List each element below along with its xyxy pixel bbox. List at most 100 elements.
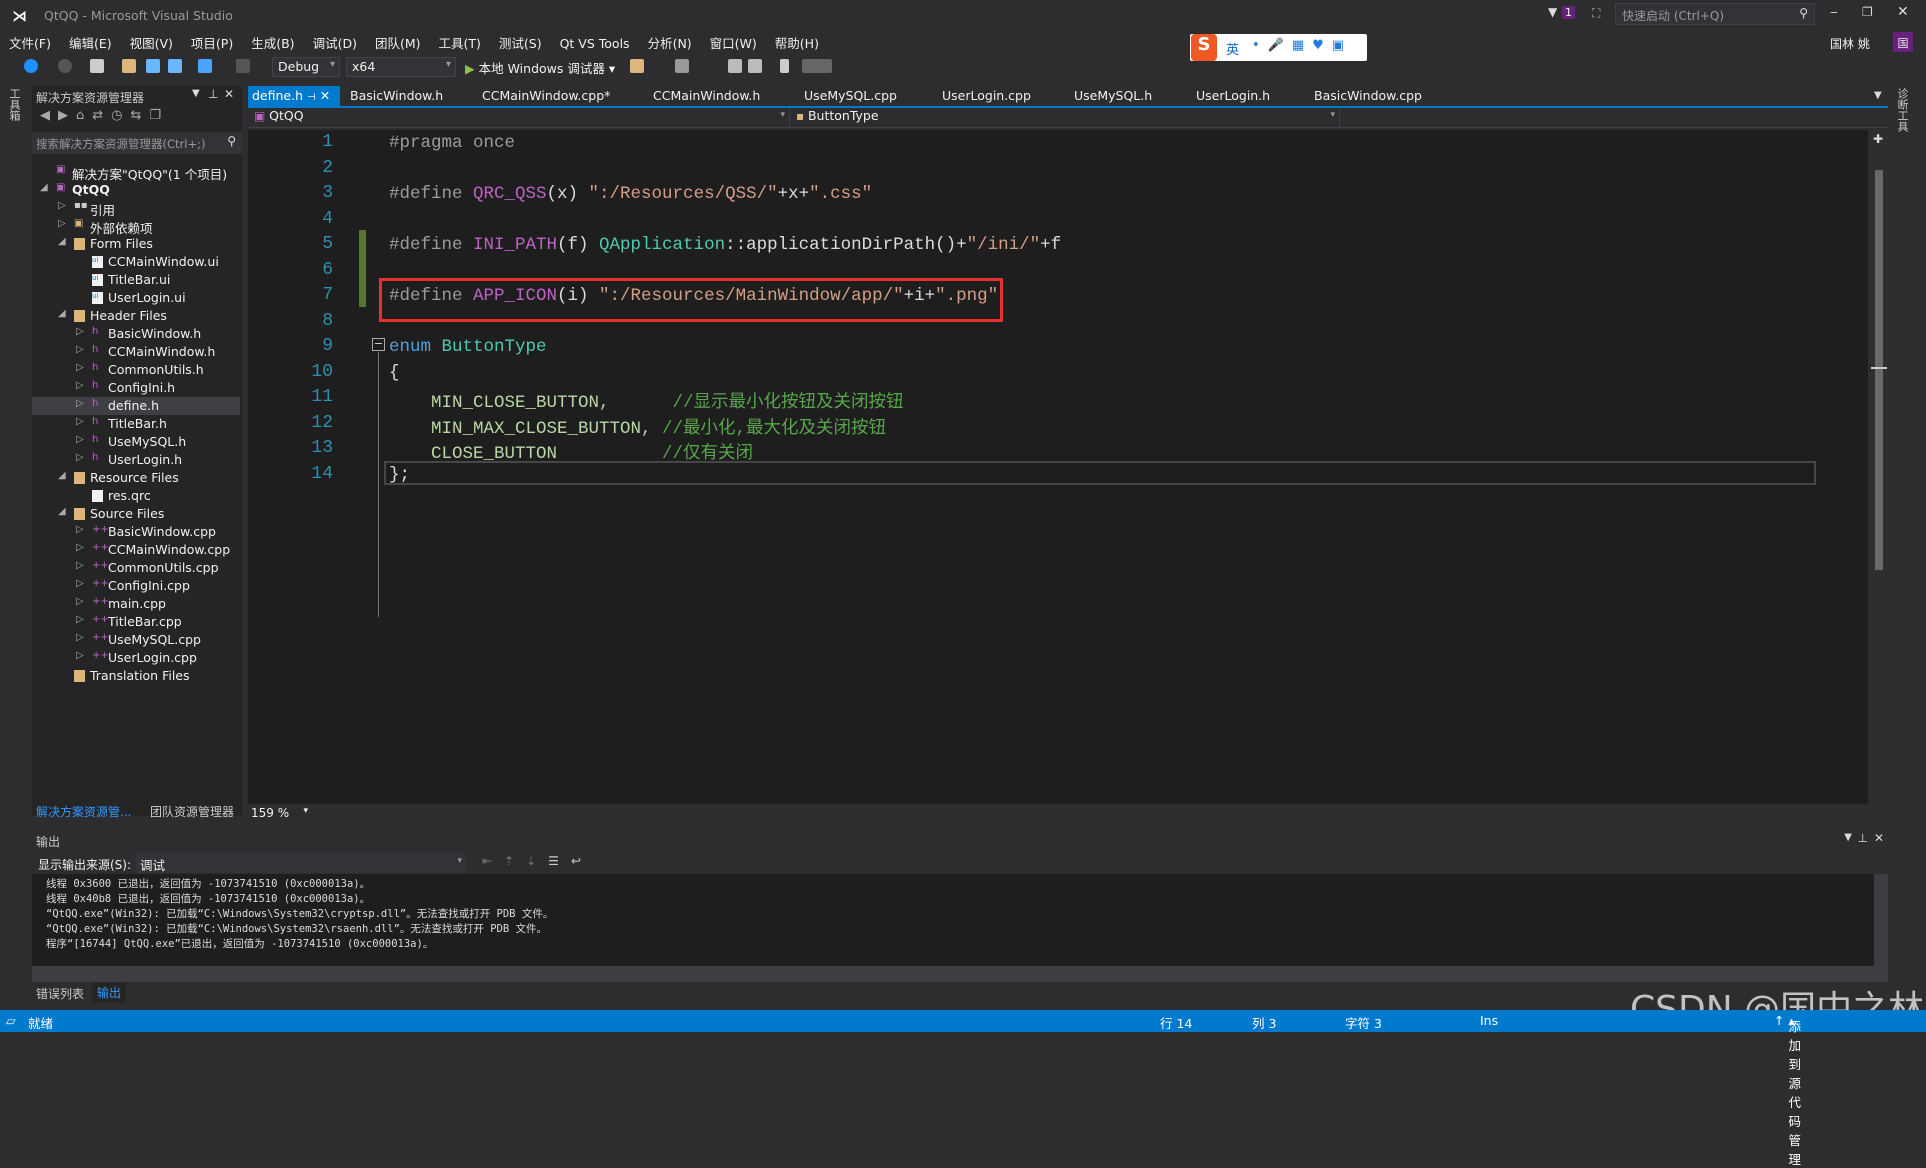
collapse-arrow-icon[interactable]: ◢ — [58, 236, 66, 247]
tree-item[interactable]: ▷ h CCMainWindow.h — [32, 343, 240, 361]
code-line[interactable]: enum ButtonType — [389, 337, 547, 357]
expand-arrow-icon[interactable]: ▷ — [76, 434, 84, 445]
tree-item[interactable]: ◢ Form Files — [32, 235, 240, 253]
project-scope-select[interactable]: ▣ QtQQ ▾ — [250, 108, 790, 127]
expand-arrow-icon[interactable]: ▷ — [76, 326, 84, 337]
tab-define-h[interactable]: define.h ⊣ ✕ — [248, 86, 340, 106]
tree-item[interactable]: ◢ ▣ QtQQ — [32, 181, 240, 199]
home-icon[interactable]: ⌂ — [76, 108, 92, 123]
tree-item[interactable]: ▷ h TitleBar.h — [32, 415, 240, 433]
notification-flag-icon[interactable]: ▼ — [1548, 5, 1557, 19]
menu-tools[interactable]: 工具(T) — [430, 30, 490, 55]
output-horizontal-scrollbar[interactable] — [32, 966, 1888, 982]
member-scope-select[interactable]: ▪ ButtonType ▾ — [796, 108, 1340, 127]
toolbox-side-tab[interactable]: 工具箱 — [8, 88, 22, 121]
expand-arrow-icon[interactable]: ▷ — [76, 344, 84, 355]
clear-all-icon[interactable]: ☰ — [548, 854, 571, 868]
code-line[interactable]: #define INI_PATH(f) QApplication::applic… — [389, 235, 1061, 255]
bottom-tab-error-list[interactable]: 错误列表 — [36, 985, 84, 1002]
menu-team[interactable]: 团队(M) — [366, 30, 430, 55]
menu-window[interactable]: 窗口(W) — [701, 30, 766, 55]
tree-item[interactable]: ▷ h BasicWindow.h — [32, 325, 240, 343]
dropdown-icon[interactable]: ▼ — [192, 88, 200, 99]
tab-ccmainwindow-cpp[interactable]: CCMainWindow.cpp* — [478, 86, 614, 106]
tree-item[interactable]: ▷ ++ BasicWindow.cpp — [32, 523, 240, 541]
editor-horizontal-scrollbar[interactable] — [314, 806, 1870, 820]
expand-arrow-icon[interactable]: ▷ — [76, 650, 84, 661]
tree-item[interactable]: ▷ h UseMySQL.h — [32, 433, 240, 451]
tree-item[interactable]: ▷ ▣ 外部依赖项 — [32, 217, 240, 236]
code-editor[interactable]: − 1 #pragma once 2 3 #define QRC_QSS(x) ":/R… — [248, 130, 1868, 804]
pin-icon[interactable]: ⊣ — [307, 92, 316, 103]
collapse-arrow-icon[interactable]: ◢ — [40, 182, 48, 193]
output-vertical-scrollbar[interactable] — [1874, 874, 1888, 966]
feedback-icon[interactable]: ⛶ — [1592, 6, 1600, 21]
tree-item[interactable]: Translation Files — [32, 667, 240, 685]
notification-count[interactable]: 1 — [1562, 6, 1575, 19]
pin-icon[interactable]: ⊥ — [1858, 831, 1868, 845]
source-control-button[interactable]: ↑ 添加到源代码管理 ▴ — [1774, 1013, 1801, 1167]
expand-arrow-icon[interactable]: ▷ — [76, 524, 84, 535]
new-project-icon[interactable] — [90, 59, 104, 73]
tree-item[interactable]: ▷ ++ UseMySQL.cpp — [32, 631, 240, 649]
step-icon[interactable] — [675, 59, 689, 73]
word-wrap-icon[interactable]: ↩ — [571, 854, 593, 868]
code-line[interactable]: #define QRC_QSS(x) ":/Resources/QSS/"+x+… — [389, 184, 872, 204]
expand-arrow-icon[interactable]: ▷ — [58, 218, 66, 229]
pin-icon[interactable]: ⊥ — [208, 87, 218, 101]
bookmark-icon[interactable] — [780, 59, 789, 73]
tree-item[interactable]: ▷ ++ CommonUtils.cpp — [32, 559, 240, 577]
open-file-icon[interactable] — [122, 59, 136, 73]
tree-item[interactable]: ◢ Resource Files — [32, 469, 240, 487]
collapse-arrow-icon[interactable]: ◢ — [58, 506, 66, 517]
tree-item[interactable]: ui TitleBar.ui — [32, 271, 240, 289]
expand-arrow-icon[interactable]: ▷ — [76, 542, 84, 553]
tab-ccmainwindow-h[interactable]: CCMainWindow.h — [649, 86, 764, 106]
restore-button[interactable]: ❐ — [1862, 5, 1873, 19]
menu-view[interactable]: 视图(V) — [121, 30, 182, 55]
expand-arrow-icon[interactable]: ▷ — [76, 614, 84, 625]
menu-project[interactable]: 项目(P) — [182, 30, 242, 55]
scrollbar-thumb[interactable] — [1875, 170, 1883, 570]
back-icon[interactable] — [24, 59, 38, 73]
output-source-select[interactable]: 调试 ▾ — [136, 853, 466, 873]
search-icon[interactable]: ⚲ — [227, 134, 236, 148]
code-line[interactable]: #pragma once — [389, 133, 515, 153]
code-line[interactable]: #define APP_ICON(i) ":/Resources/MainWin… — [389, 286, 998, 306]
expand-arrow-icon[interactable]: ▷ — [76, 362, 84, 373]
code-line[interactable]: CLOSE_BUTTON //仅有关闭 — [389, 439, 753, 464]
output-text[interactable]: 线程 0x3600 已退出，返回值为 -1073741510 (0xc00001… — [32, 874, 1874, 966]
tab-usemysql-h[interactable]: UseMySQL.h — [1070, 86, 1156, 106]
menu-help[interactable]: 帮助(H) — [766, 30, 828, 55]
save-icon[interactable] — [146, 59, 160, 73]
tree-item[interactable]: ▷ ++ TitleBar.cpp — [32, 613, 240, 631]
bookmark-nav-icon[interactable] — [802, 59, 832, 73]
outdent-icon[interactable] — [748, 59, 762, 73]
redo-icon[interactable] — [236, 59, 250, 73]
tree-item[interactable]: ui CCMainWindow.ui — [32, 253, 240, 271]
diagnostic-tools-side-tab[interactable]: 诊断工具 — [1896, 88, 1910, 132]
quick-launch-input[interactable]: 快速启动 (Ctrl+Q) ⚲ — [1615, 3, 1815, 25]
minimize-button[interactable]: ‒ — [1830, 5, 1838, 19]
tree-item[interactable]: ▷ ++ CCMainWindow.cpp — [32, 541, 240, 559]
tree-item[interactable]: ▷ h UserLogin.h — [32, 451, 240, 469]
tree-item[interactable]: res.qrc — [32, 487, 240, 505]
sync-icon[interactable]: ⇄ — [92, 108, 111, 123]
collapse-arrow-icon[interactable]: ◢ — [58, 470, 66, 481]
expand-arrow-icon[interactable]: ▷ — [58, 200, 66, 211]
editor-vertical-scrollbar[interactable]: ✚ — [1870, 130, 1888, 804]
tab-basicwindow-h[interactable]: BasicWindow.h — [346, 86, 447, 106]
collapse-arrow-icon[interactable]: ◢ — [58, 308, 66, 319]
search-icon[interactable]: ⚲ — [1799, 6, 1808, 20]
user-name[interactable]: 国林 姚 — [1830, 35, 1870, 52]
menu-analyze[interactable]: 分析(N) — [639, 30, 701, 55]
close-panel-icon[interactable]: ✕ — [1874, 831, 1884, 845]
expand-arrow-icon[interactable]: ▷ — [76, 416, 84, 427]
code-line[interactable]: MIN_MAX_CLOSE_BUTTON, //最小化,最大化及关闭按钮 — [389, 414, 886, 439]
close-button[interactable]: ✕ — [1897, 4, 1909, 20]
forward-icon[interactable] — [58, 59, 72, 73]
tree-item[interactable]: ▣ 解决方案"QtQQ"(1 个项目) — [32, 163, 240, 182]
menu-debug[interactable]: 调试(D) — [304, 30, 366, 55]
save-all-icon[interactable] — [168, 59, 182, 73]
start-debug-button[interactable]: ▶ 本地 Windows 调试器 ▾ — [465, 58, 615, 77]
